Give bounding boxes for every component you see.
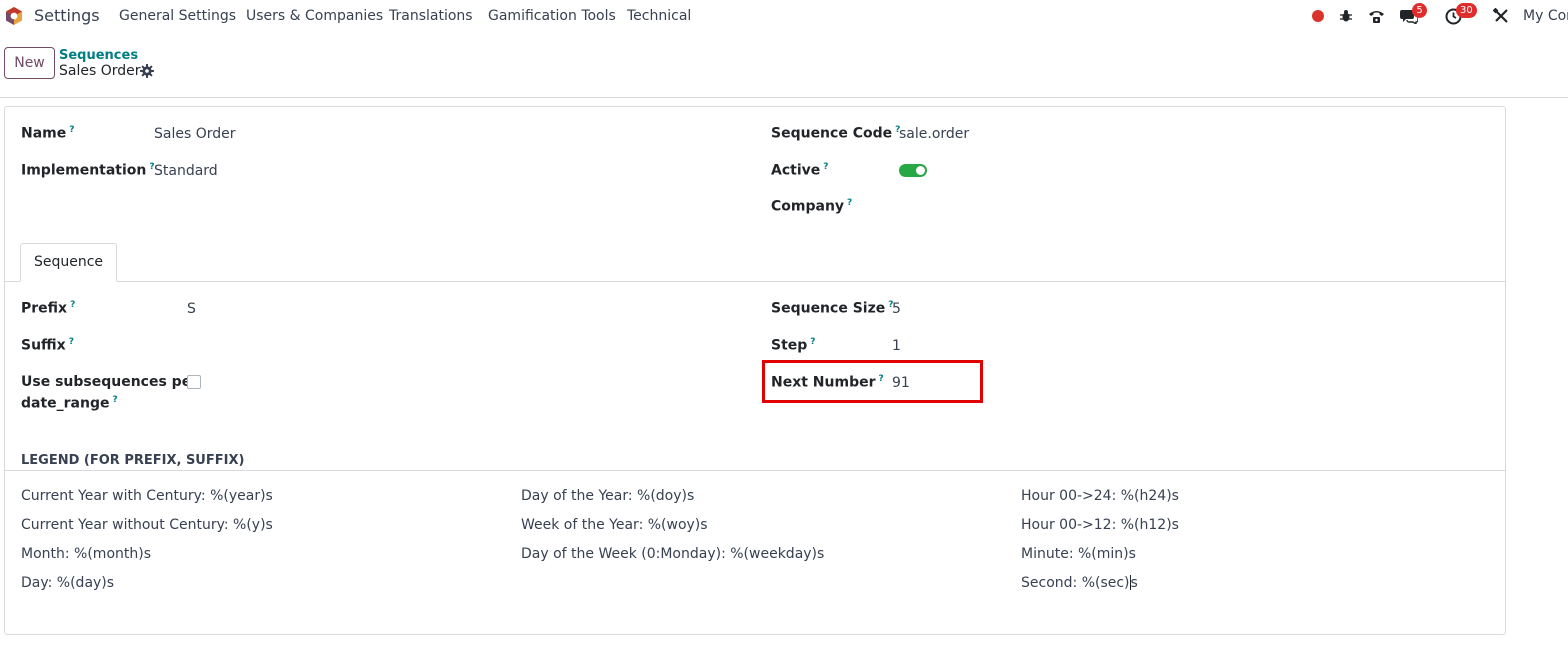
- gear-icon[interactable]: [140, 64, 154, 78]
- name-help[interactable]: ?: [69, 125, 74, 135]
- tools-icon[interactable]: [1492, 7, 1510, 25]
- company-switcher[interactable]: My Com: [1523, 8, 1568, 24]
- prefix-help[interactable]: ?: [70, 300, 75, 310]
- step-value[interactable]: 1: [892, 338, 901, 354]
- sequence-size-value[interactable]: 5: [892, 301, 901, 317]
- legend-item: Day of the Year: %(doy)s: [521, 488, 695, 504]
- prefix-label: Prefix?: [21, 300, 76, 317]
- tabs-divider: [5, 281, 1505, 282]
- step-help[interactable]: ?: [810, 337, 815, 347]
- sequence-code-value[interactable]: sale.order: [899, 126, 969, 142]
- legend-item: Week of the Year: %(woy)s: [521, 517, 708, 533]
- top-navbar: Settings General Settings Users & Compan…: [0, 0, 1568, 32]
- control-panel-divider: [0, 97, 1568, 98]
- record-title: Sales Order: [59, 63, 141, 79]
- phone-icon[interactable]: [1367, 7, 1385, 25]
- active-help[interactable]: ?: [823, 162, 828, 172]
- menu-gamification-tools[interactable]: Gamification Tools: [488, 8, 616, 24]
- prefix-value[interactable]: S: [187, 301, 196, 317]
- legend-item: Day of the Week (0:Monday): %(weekday)s: [521, 546, 825, 562]
- implementation-value[interactable]: Standard: [154, 163, 218, 179]
- company-help[interactable]: ?: [847, 198, 852, 208]
- legend-item-second: Second: %(sec)s: [1021, 575, 1138, 591]
- suffix-label: Suffix?: [21, 337, 74, 354]
- legend-item: Hour 00->12: %(h12)s: [1021, 517, 1179, 533]
- bug-icon[interactable]: [1337, 7, 1355, 25]
- menu-translations[interactable]: Translations: [389, 8, 473, 24]
- subsequences-label-line2: date_range?: [21, 395, 118, 412]
- name-label: Name?: [21, 125, 75, 142]
- legend-item: Hour 00->24: %(h24)s: [1021, 488, 1179, 504]
- activities-count-badge: 30: [1456, 3, 1477, 18]
- legend-item: Current Year without Century: %(y)s: [21, 517, 273, 533]
- menu-technical[interactable]: Technical: [627, 8, 691, 24]
- toggle-knob: [916, 166, 925, 175]
- sequence-code-label: Sequence Code?: [771, 125, 901, 142]
- suffix-help[interactable]: ?: [69, 337, 74, 347]
- subsequences-label-line1: Use subsequences per: [21, 374, 199, 390]
- menu-general-settings[interactable]: General Settings: [119, 8, 236, 24]
- breadcrumb-sequences[interactable]: Sequences: [59, 48, 138, 63]
- menu-users-companies[interactable]: Users & Companies: [246, 8, 383, 24]
- active-toggle[interactable]: [899, 164, 927, 177]
- step-label: Step?: [771, 337, 816, 354]
- legend-item: Day: %(day)s: [21, 575, 115, 591]
- legend-item: Month: %(month)s: [21, 546, 152, 562]
- legend-divider: [5, 470, 1505, 471]
- legend-item: Minute: %(min)s: [1021, 546, 1136, 562]
- name-value[interactable]: Sales Order: [154, 126, 236, 142]
- sequence-size-label: Sequence Size?: [771, 300, 894, 317]
- implementation-label: Implementation?: [21, 162, 155, 179]
- company-label: Company?: [771, 198, 853, 215]
- app-logo-icon[interactable]: [4, 6, 24, 26]
- legend-item: Current Year with Century: %(year)s: [21, 488, 273, 504]
- messages-count-badge: 5: [1412, 3, 1427, 18]
- app-name[interactable]: Settings: [34, 6, 100, 25]
- new-button[interactable]: New: [4, 47, 55, 79]
- tab-sequence[interactable]: Sequence: [20, 243, 117, 282]
- highlight-box: [762, 360, 983, 403]
- legend-title: LEGEND (FOR PREFIX, SUFFIX): [21, 453, 245, 468]
- subsequences-checkbox[interactable]: [187, 375, 201, 389]
- subsequences-help[interactable]: ?: [113, 395, 118, 405]
- record-icon[interactable]: [1309, 7, 1327, 25]
- active-label: Active?: [771, 162, 829, 179]
